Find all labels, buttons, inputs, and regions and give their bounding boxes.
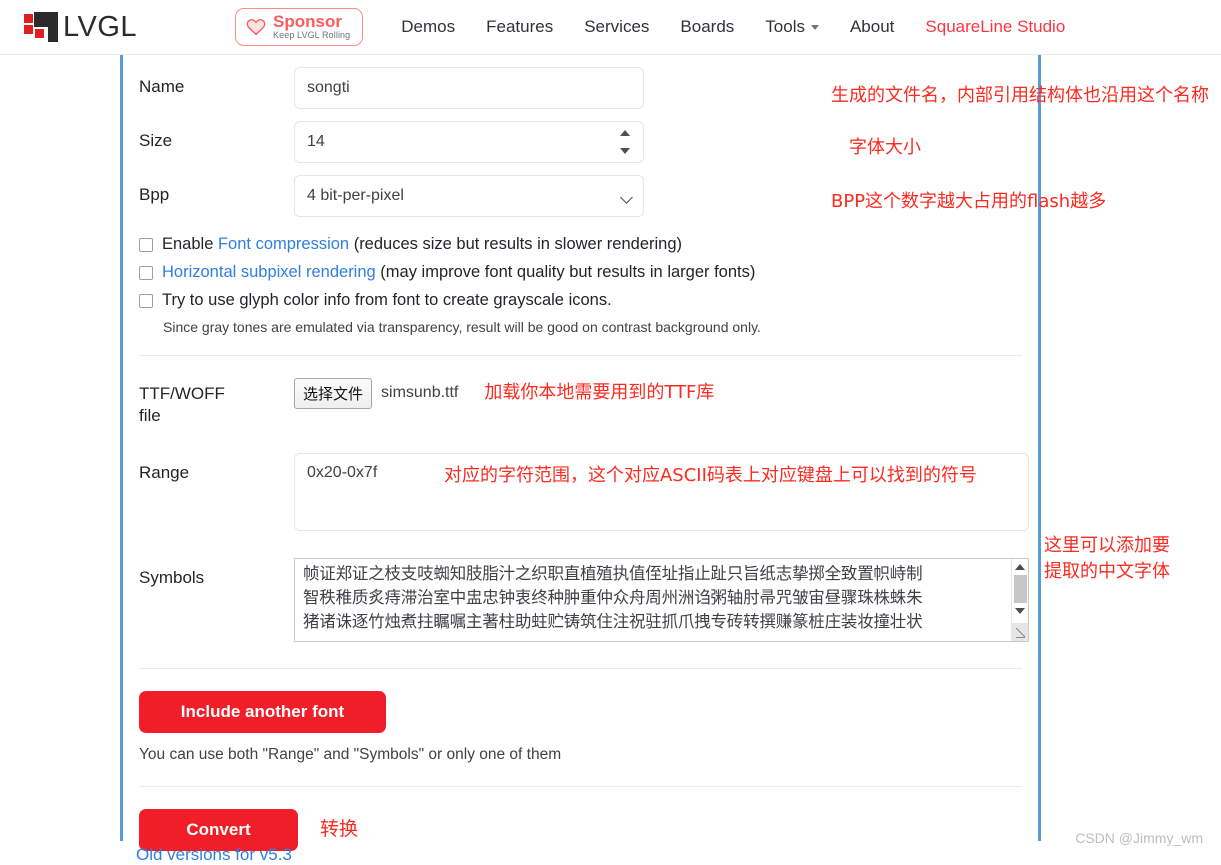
annotation-symbols: 这里可以添加要 提取的中文字体	[1044, 533, 1214, 585]
size-input[interactable]	[294, 121, 644, 163]
checkbox-row-font-compression[interactable]: Enable Font compression (reduces size bu…	[139, 233, 1022, 257]
convert-section: Convert 转换	[139, 787, 1022, 851]
selected-file-name: simsunb.ttf	[381, 384, 459, 402]
nav-label: Boards	[680, 17, 735, 36]
chk0-prefix: Enable	[162, 235, 218, 253]
stepper-up-icon[interactable]	[620, 130, 630, 136]
checkbox-grayscale-icons[interactable]	[139, 293, 153, 308]
annotation-convert: 转换	[320, 818, 359, 841]
chk0-suffix: (reduces size but results in slower rend…	[349, 235, 683, 253]
nav-item-squareline-studio[interactable]: SquareLine Studio	[925, 17, 1065, 37]
include-another-font-button[interactable]: Include another font	[139, 690, 386, 733]
nav-item-services[interactable]: Services	[584, 17, 649, 37]
annotation-symbols-line2: 提取的中文字体	[1044, 561, 1170, 583]
checkbox-font-compression[interactable]	[139, 238, 153, 252]
heart-icon	[246, 18, 266, 36]
nav-label: About	[849, 17, 895, 36]
nav-label: Demos	[401, 17, 456, 36]
symbols-textarea[interactable]: 帧证郑证之枝支吱蜘知肢脂汁之织职直植殖执值侄址指止趾只旨纸志挚掷全致置帜峙制 智…	[294, 557, 1029, 642]
range-symbols-helper-text: You can use both "Range" and "Symbols" o…	[139, 745, 562, 763]
checkbox-horizontal-subpixel[interactable]	[139, 265, 153, 280]
annotation-size: 字体大小	[849, 137, 921, 158]
label-ttf-line1: TTF/WOFF	[139, 383, 225, 403]
brand-logo[interactable]: LVGL	[24, 11, 137, 44]
main-nav: Demos Features Services Boards Tools Abo…	[401, 17, 1065, 37]
checkbox-label-grayscale-icons: Try to use glyph color info from font to…	[162, 290, 612, 309]
old-versions-link[interactable]: Old versions for v5.3	[136, 845, 292, 865]
nav-item-about[interactable]: About	[850, 17, 894, 37]
range-field-wrap: 0x20-0x7f 对应的字符范围，这个对应ASCII码表上对应键盘上可以找到的…	[294, 452, 1029, 536]
sponsor-subtitle: Keep LVGL Rolling	[273, 29, 351, 40]
scroll-up-icon[interactable]	[1015, 563, 1025, 570]
sponsor-button[interactable]: Sponsor Keep LVGL Rolling	[235, 7, 364, 47]
row-name: Name 生成的文件名，内部引用结构体也沿用这个名称	[139, 55, 1209, 109]
label-range: Range	[139, 462, 190, 482]
annotation-symbols-line1: 这里可以添加要	[1044, 535, 1170, 556]
nav-label: SquareLine Studio	[925, 17, 1066, 36]
name-input[interactable]	[294, 67, 644, 109]
label-ttf-file: TTF/WOFF file	[139, 374, 294, 427]
checkbox-row-grayscale-icons[interactable]: Try to use glyph color info from font to…	[139, 289, 1022, 313]
row-bpp: Bpp BPP这个数字越大占用的flash越多	[139, 163, 1106, 217]
font-converter-panel: Name 生成的文件名，内部引用结构体也沿用这个名称 Size 字体大小 Bpp	[120, 55, 1209, 851]
row-ttf-file: TTF/WOFF file 选择文件 simsunb.ttf 加载你本地需要用到…	[139, 356, 1022, 427]
choose-file-button[interactable]: 选择文件	[294, 377, 373, 409]
chevron-down-icon	[810, 24, 819, 30]
size-field-wrap: 字体大小	[294, 121, 921, 163]
label-symbols: Symbols	[139, 567, 205, 587]
site-header: LVGL Sponsor Keep LVGL Rolling Demos Fea…	[0, 0, 1221, 55]
row-size: Size 字体大小	[139, 109, 1022, 163]
file-input-row: 选择文件 simsunb.ttf 加载你本地需要用到的TTF库	[294, 374, 714, 409]
nav-item-demos[interactable]: Demos	[401, 17, 455, 37]
annotation-name: 生成的文件名，内部引用结构体也沿用这个名称	[831, 85, 1209, 106]
label-ttf-line2: file	[139, 405, 161, 425]
name-field-wrap: 生成的文件名，内部引用结构体也沿用这个名称	[294, 67, 1209, 109]
size-stepper[interactable]	[618, 130, 632, 154]
label-size: Size	[139, 131, 173, 150]
annotation-bpp: BPP这个数字越大占用的flash越多	[831, 191, 1107, 212]
label-bpp: Bpp	[139, 185, 170, 204]
chk1-suffix: (may improve font quality but results in…	[375, 262, 756, 281]
resize-grip-icon[interactable]	[1011, 622, 1028, 641]
nav-label: Features	[486, 17, 554, 36]
sponsor-title: Sponsor	[273, 11, 342, 31]
label-name: Name	[139, 77, 185, 96]
annotation-ttf-file: 加载你本地需要用到的TTF库	[484, 382, 715, 404]
nav-label: Services	[584, 17, 650, 36]
checkbox-label-font-compression: Enable Font compression (reduces size bu…	[162, 233, 682, 257]
nav-item-features[interactable]: Features	[486, 17, 553, 37]
annotation-range: 对应的字符范围，这个对应ASCII码表上对应键盘上可以找到的符号	[444, 464, 977, 486]
symbols-line-1: 帧证郑证之枝支吱蜘知肢脂汁之织职直植殖执值侄址指止趾只旨纸志挚掷全致置帜峙制	[303, 563, 923, 583]
nav-item-tools[interactable]: Tools	[765, 17, 819, 37]
row-symbols: Symbols 帧证郑证之枝支吱蜘知肢脂汁之织职直植殖执值侄址指止趾只旨纸志挚掷…	[139, 536, 1029, 642]
bpp-select[interactable]	[294, 175, 644, 217]
scrollbar-thumb[interactable]	[1013, 574, 1027, 603]
scroll-down-icon[interactable]	[1015, 607, 1025, 614]
checkbox-row-subpixel[interactable]: Horizontal subpixel rendering (may impro…	[139, 261, 1022, 285]
row-range: Range 0x20-0x7f 对应的字符范围，这个对应ASCII码表上对应键盘…	[139, 427, 1029, 536]
nav-label: Tools	[765, 17, 805, 36]
link-horizontal-subpixel[interactable]: Horizontal subpixel rendering	[162, 263, 376, 281]
symbols-field-wrap: 帧证郑证之枝支吱蜘知肢脂汁之织职直植殖执值侄址指止趾只旨纸志挚掷全致置帜峙制 智…	[294, 557, 1029, 642]
grayscale-note: Since gray tones are emulated via transp…	[163, 318, 761, 335]
symbols-line-3: 猪诸诛逐竹烛煮拄瞩嘱主著柱助蛀贮铸筑住注祝驻抓爪拽专砖转撰赚篆桩庄装妆撞壮状	[303, 611, 923, 631]
symbols-line-2: 智秩稚质炙痔滞治室中盅忠钟衷终种肿重仲众舟周州洲诌粥轴肘帚咒皱宙昼骤珠株蛛朱	[303, 587, 923, 607]
include-font-section: Include another font You can use both "R…	[139, 669, 1022, 764]
options-checkbox-group: Enable Font compression (reduces size bu…	[139, 233, 1022, 335]
checkbox-label-horizontal-subpixel: Horizontal subpixel rendering (may impro…	[162, 261, 755, 285]
stepper-down-icon[interactable]	[620, 148, 630, 154]
brand-name: LVGL	[63, 10, 138, 43]
link-font-compression[interactable]: Font compression	[218, 235, 349, 253]
symbols-scrollbar[interactable]	[1011, 558, 1028, 641]
nav-item-boards[interactable]: Boards	[680, 17, 734, 37]
bpp-field-wrap: BPP这个数字越大占用的flash越多	[294, 175, 1106, 217]
csdn-watermark: CSDN @Jimmy_wm	[1075, 830, 1203, 846]
lvgl-logo-icon	[24, 12, 58, 42]
